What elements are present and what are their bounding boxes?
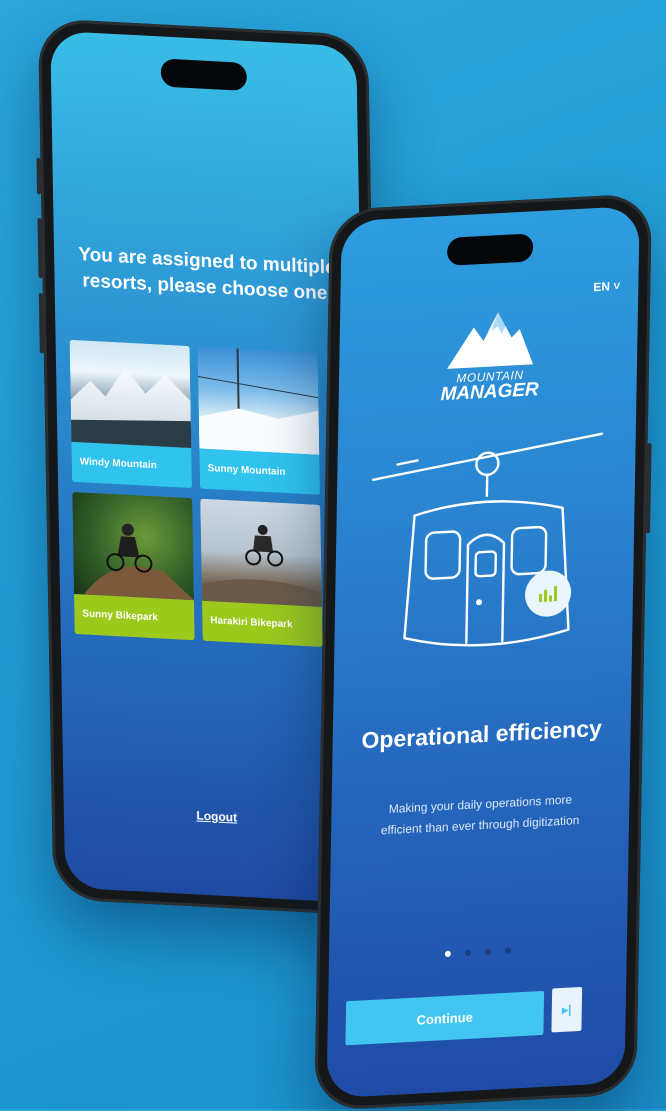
onboarding-screen: EN ˅ MOUNTAIN MANAGER	[327, 206, 640, 1099]
pagination-dot[interactable]	[485, 949, 491, 955]
phone-side-button	[39, 293, 44, 353]
resort-card-harakiri-bikepark[interactable]: Harakiri Bikepark	[200, 499, 322, 647]
mountain-logo-icon	[445, 306, 536, 371]
skip-button[interactable]: ▸|	[551, 987, 582, 1033]
gondola-illustration-icon	[364, 427, 608, 680]
resort-card-sunny-mountain[interactable]: Sunny Mountain	[198, 346, 320, 494]
dynamic-island	[161, 58, 247, 91]
phone-side-button	[36, 158, 41, 194]
phone-side-button	[646, 443, 652, 533]
mountain-manager-logo: MOUNTAIN MANAGER	[434, 306, 546, 405]
resort-name: Sunny Bikepark	[74, 594, 195, 640]
language-code: EN	[593, 279, 610, 294]
resort-name: Windy Mountain	[71, 442, 192, 488]
logo-line-2: MANAGER	[434, 381, 544, 405]
resort-photo	[198, 346, 320, 454]
resort-card-sunny-bikepark[interactable]: Sunny Bikepark	[72, 492, 194, 640]
onboarding-heading: Operational efficiency	[332, 711, 630, 757]
pagination-dot[interactable]	[505, 948, 511, 954]
pagination-dot[interactable]	[465, 950, 471, 956]
resort-photo	[200, 499, 322, 607]
resort-photo	[72, 492, 194, 600]
pagination-dots	[329, 942, 627, 964]
resort-picker-title: You are assigned to multiple resorts, pl…	[74, 242, 341, 308]
resort-photo	[70, 340, 192, 448]
dynamic-island	[447, 233, 533, 266]
resort-card-windy-mountain[interactable]: Windy Mountain	[70, 340, 192, 488]
phone-onboarding: EN ˅ MOUNTAIN MANAGER	[314, 193, 652, 1111]
phone-side-button	[37, 218, 42, 278]
resort-name: Harakiri Bikepark	[202, 601, 323, 647]
pagination-dot-active[interactable]	[445, 951, 451, 957]
continue-button[interactable]: Continue	[345, 991, 544, 1045]
onboarding-description: Making your daily operations more effici…	[371, 788, 590, 841]
chevron-down-icon: ˅	[613, 279, 620, 293]
resort-name: Sunny Mountain	[199, 449, 320, 495]
language-selector[interactable]: EN ˅	[593, 279, 620, 294]
